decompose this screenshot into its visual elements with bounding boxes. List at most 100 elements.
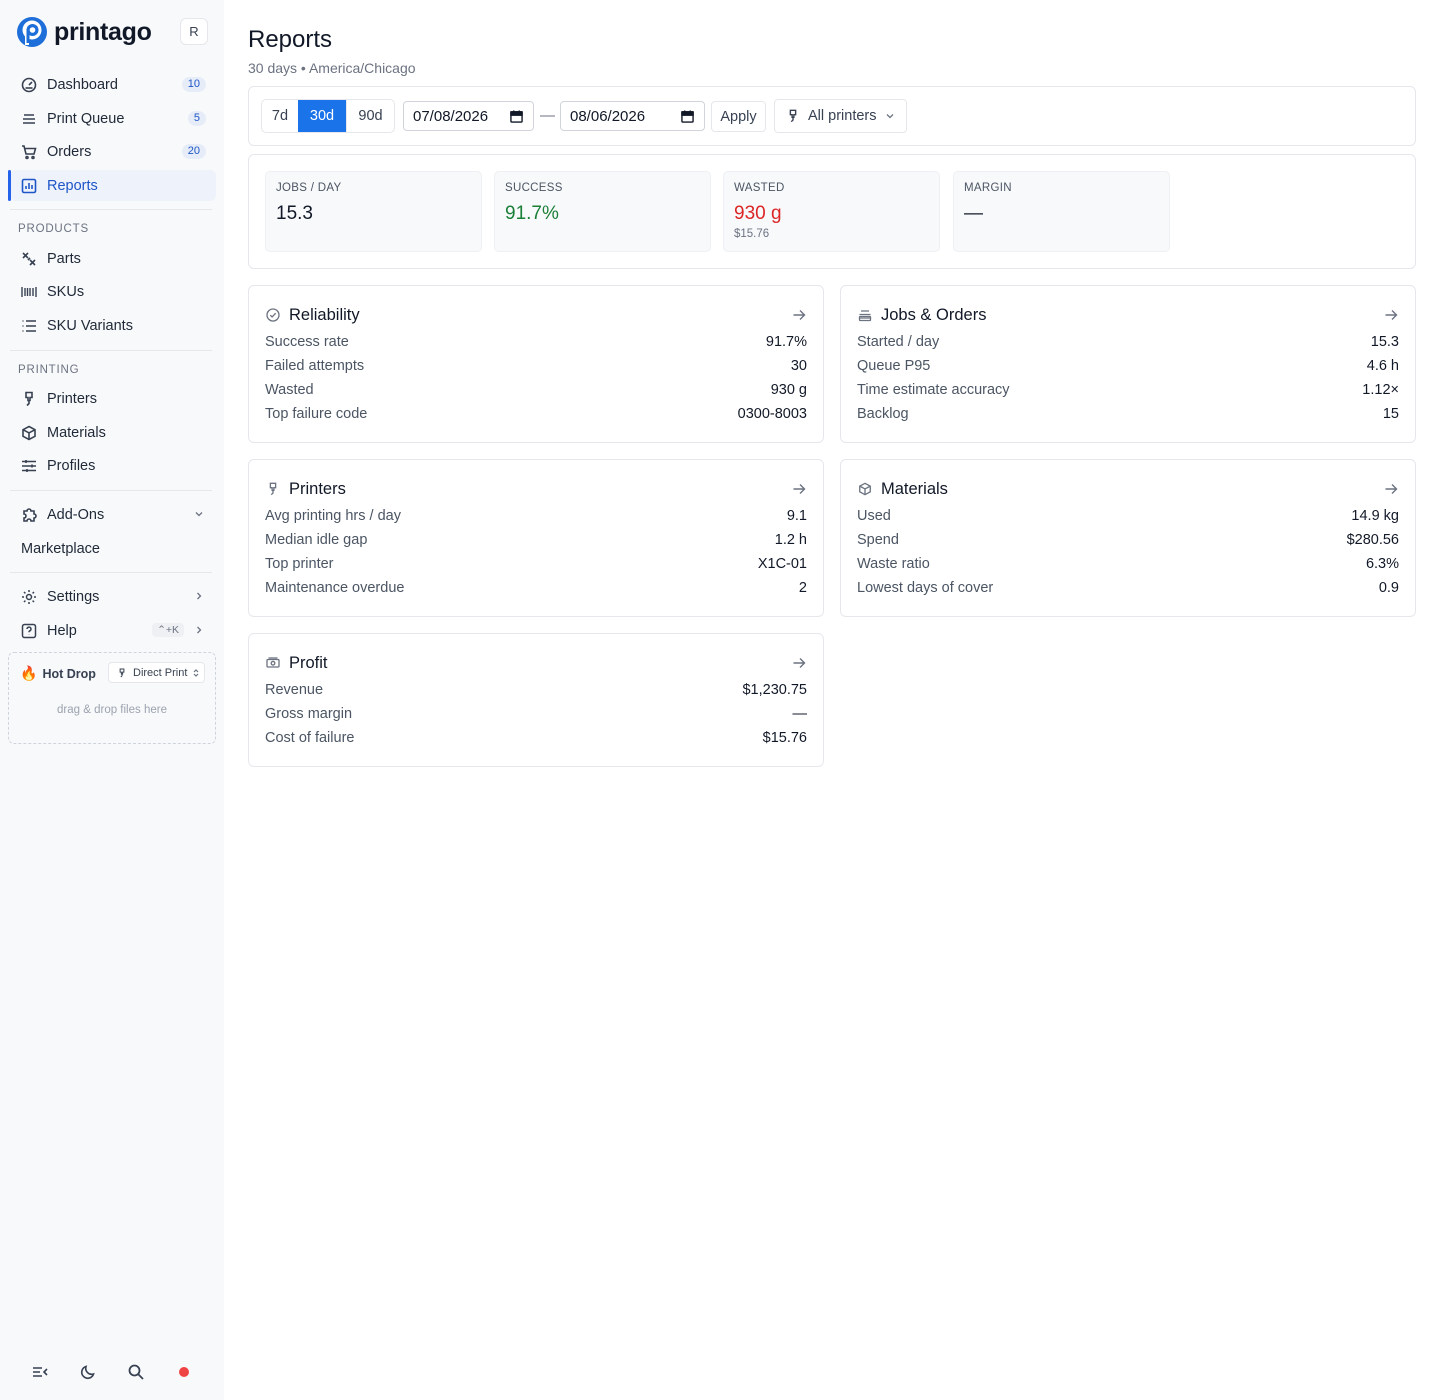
sidebar-item-dashboard[interactable]: Dashboard 10 — [10, 69, 216, 100]
printer-nozzle-icon — [119, 667, 125, 677]
metric-value: 9.1 — [786, 508, 807, 524]
sidebar-item-printers[interactable]: Printers — [10, 383, 216, 414]
metric-label: Started / day — [857, 334, 940, 350]
metric-value: — — [792, 706, 808, 722]
sidebar-item-profiles[interactable]: Profiles — [10, 450, 216, 481]
metric-row: Spend $280.56 — [857, 532, 1399, 552]
metric-label: Avg printing hrs / day — [265, 508, 401, 524]
metric-value: X1C-01 — [757, 556, 807, 572]
printers-card[interactable]: Printers Avg printing hrs / day 9.1 Media… — [248, 459, 824, 617]
user-avatar-button[interactable]: R — [180, 18, 208, 45]
count-badge: 10 — [181, 77, 206, 92]
chevron-right-icon — [197, 592, 202, 600]
range-90d-button[interactable]: 90d — [346, 100, 394, 132]
card-title: Jobs & Orders — [881, 306, 987, 324]
calendar-icon[interactable] — [510, 110, 523, 123]
metric-value: $15.76 — [762, 730, 807, 746]
start-date-input[interactable]: 07/08/2026 — [403, 101, 534, 131]
list-icon — [22, 319, 36, 332]
calendar-icon[interactable] — [681, 110, 694, 123]
reliability-card[interactable]: Reliability Success rate 91.7% Failed att… — [248, 285, 824, 443]
app-name: printago — [54, 17, 152, 46]
sidebar-item-sku-variants[interactable]: SKU Variants — [10, 310, 216, 341]
date-range-separator: — — [540, 107, 555, 124]
search-icon[interactable] — [128, 1364, 144, 1380]
kpi-value: — — [964, 203, 983, 224]
arrow-right-icon[interactable] — [792, 482, 806, 496]
sidebar-item-label: Reports — [47, 177, 98, 194]
print-mode-select[interactable]: Direct Print — [108, 662, 205, 683]
range-30d-button[interactable]: 30d — [298, 100, 346, 132]
money-icon — [266, 657, 280, 668]
sidebar-item-settings[interactable]: Settings — [10, 581, 216, 612]
arrow-right-icon[interactable] — [1384, 482, 1398, 496]
cube-icon — [859, 482, 871, 496]
metric-row: Cost of failure $15.76 — [265, 730, 807, 750]
sidebar-item-label: Add-Ons — [47, 506, 105, 523]
end-date-value: 08/06/2026 — [570, 107, 646, 125]
hot-drop-header: 🔥 Hot Drop — [20, 665, 96, 682]
parts-icon — [22, 251, 36, 266]
cart-icon — [22, 144, 37, 159]
range-7d-button[interactable]: 7d — [262, 100, 298, 132]
arrow-right-icon[interactable] — [792, 656, 806, 670]
sidebar-divider — [10, 572, 212, 573]
stack-icon — [858, 310, 872, 322]
help-shortcut-kbd: ⌃+K — [152, 623, 184, 637]
metric-label: Queue P95 — [857, 358, 931, 374]
metric-value: 14.9 kg — [1351, 508, 1399, 524]
app-logo[interactable]: printago — [16, 16, 152, 48]
metric-row: Median idle gap 1.2 h — [265, 532, 807, 552]
metric-label: Backlog — [857, 406, 909, 422]
sidebar-item-parts[interactable]: Parts — [10, 243, 216, 274]
drop-hint: drag & drop files here — [57, 704, 167, 716]
sidebar-footer — [32, 1364, 189, 1380]
metric-row: Started / day 15.3 — [857, 334, 1399, 354]
metric-row: Revenue $1,230.75 — [265, 682, 807, 702]
metric-label: Time estimate accuracy — [857, 382, 1010, 398]
range-segmented-control: 7d 30d 90d — [261, 99, 395, 133]
section-label-printing: PRINTING — [18, 364, 80, 376]
arrow-right-icon[interactable] — [792, 308, 806, 322]
sidebar-item-reports[interactable]: Reports — [8, 170, 216, 201]
page-title: Reports — [248, 26, 333, 53]
sidebar-item-orders[interactable]: Orders 20 — [10, 136, 216, 167]
hot-drop-zone[interactable]: 🔥 Hot Drop Direct Print drag & drop file… — [8, 652, 216, 744]
sidebar-item-label: Dashboard — [47, 76, 118, 93]
card-title: Printers — [289, 480, 346, 498]
printer-nozzle-icon — [269, 482, 277, 496]
card-title: Materials — [881, 480, 948, 498]
metric-value: 91.7% — [765, 334, 807, 350]
metric-label: Waste ratio — [857, 556, 930, 572]
metric-row: Failed attempts 30 — [265, 358, 807, 378]
sidebar-item-label: Materials — [47, 424, 106, 441]
metric-value: 15 — [1382, 406, 1399, 422]
sidebar-item-skus[interactable]: SKUs — [10, 276, 216, 307]
end-date-input[interactable]: 08/06/2026 — [560, 101, 705, 131]
metric-row: Used 14.9 kg — [857, 508, 1399, 528]
filter-bar: 7d 30d 90d 07/08/2026 — 08/06/2026 Apply… — [248, 86, 1416, 146]
collapse-sidebar-icon[interactable] — [32, 1364, 48, 1380]
printer-filter-select[interactable]: All printers — [774, 99, 907, 133]
sidebar-item-label: SKU Variants — [47, 317, 133, 334]
profit-card[interactable]: Profit Revenue $1,230.75 Gross margin — Co… — [248, 633, 824, 767]
jobs-orders-card[interactable]: Jobs & Orders Started / day 15.3 Queue P9… — [840, 285, 1416, 443]
sidebar-item-add-ons[interactable]: Add-Ons — [10, 499, 216, 530]
hot-drop-title: Hot Drop — [42, 666, 96, 681]
sidebar-item-print-queue[interactable]: Print Queue 5 — [10, 103, 216, 134]
dark-mode-moon-icon[interactable] — [80, 1364, 96, 1380]
metric-value: 0300-8003 — [737, 406, 807, 422]
sidebar-item-label: Orders — [47, 143, 92, 160]
kpi-label: MARGIN — [964, 182, 1012, 194]
sidebar-item-label: Print Queue — [47, 110, 125, 127]
metric-row: Waste ratio 6.3% — [857, 556, 1399, 576]
sidebar-item-marketplace[interactable]: Marketplace — [10, 533, 216, 564]
sidebar-item-materials[interactable]: Materials — [10, 417, 216, 448]
arrow-right-icon[interactable] — [1384, 308, 1398, 322]
sliders-icon — [22, 459, 36, 472]
start-date-value: 07/08/2026 — [413, 107, 489, 125]
metric-row: Top printer X1C-01 — [265, 556, 807, 576]
materials-card[interactable]: Materials Used 14.9 kg Spend $280.56 Waste… — [840, 459, 1416, 617]
apply-button[interactable]: Apply — [711, 101, 766, 132]
sidebar-item-help[interactable]: Help ⌃+K — [10, 615, 216, 646]
